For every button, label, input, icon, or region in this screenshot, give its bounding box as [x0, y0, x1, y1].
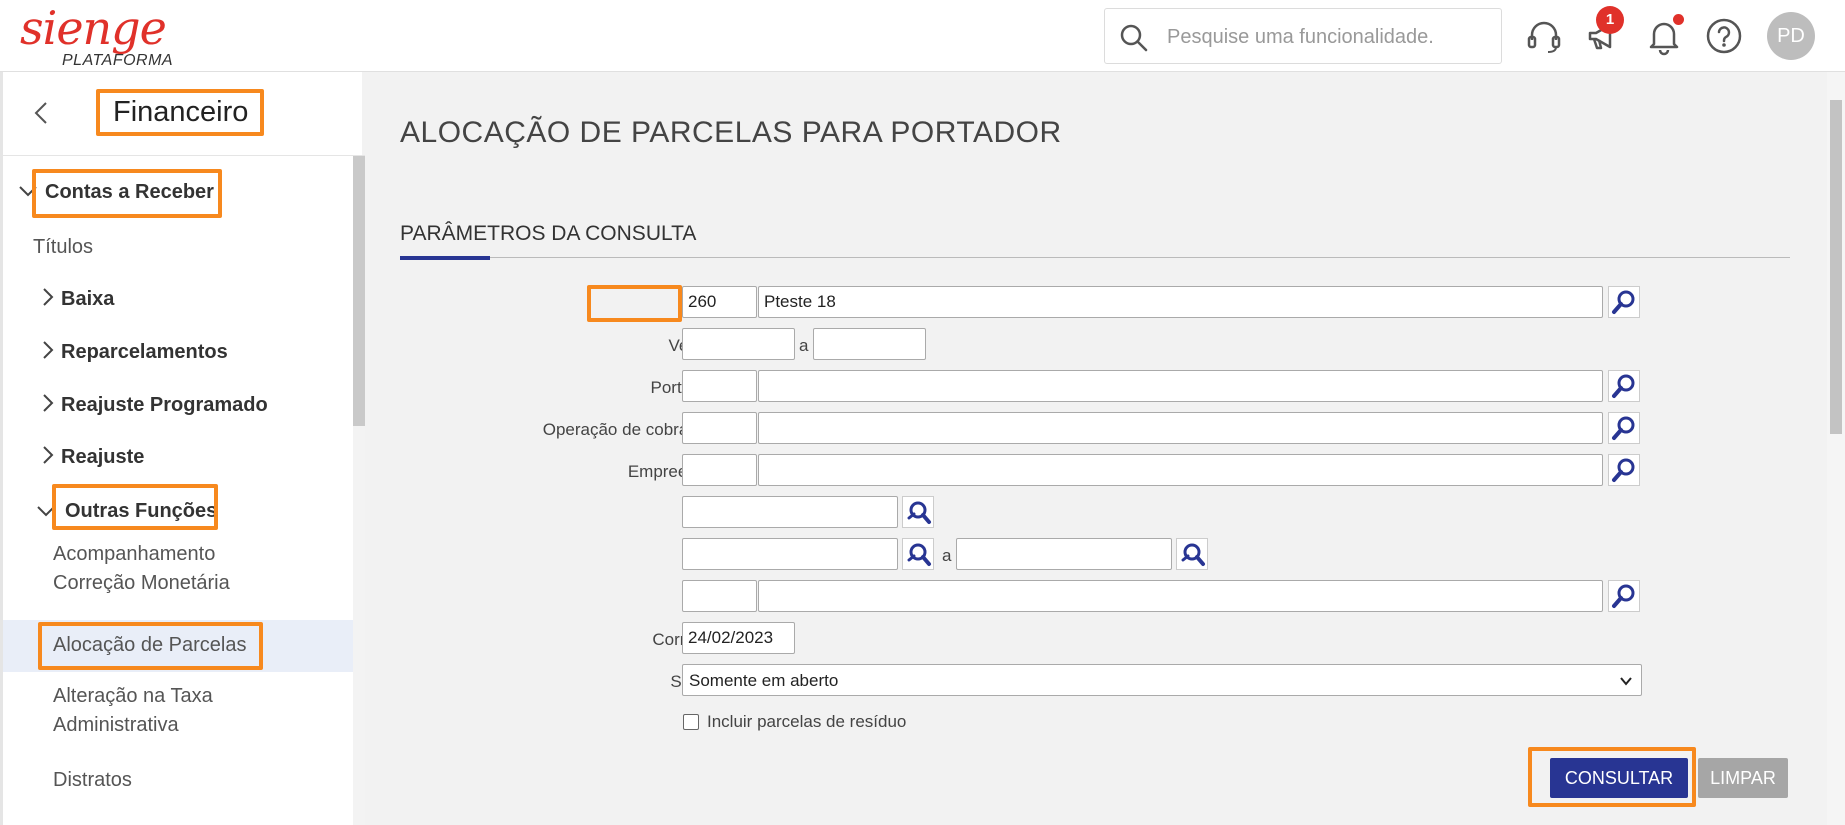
headset-icon[interactable]: [1522, 14, 1566, 58]
search-icon: [1120, 24, 1148, 52]
sidebar-item-label-line1: Alteração na Taxa: [53, 685, 213, 707]
vencimento-end-input[interactable]: [813, 328, 926, 360]
empreendimento-name-input[interactable]: [758, 454, 1603, 486]
titulo-end-input[interactable]: [956, 538, 1172, 570]
chevron-right-icon: [43, 288, 54, 306]
sidebar-title: Financeiro: [113, 96, 249, 128]
search-box[interactable]: Pesquise uma funcionalidade.: [1104, 8, 1502, 64]
vencimento-separator: a: [799, 336, 809, 355]
sidebar-item-label: Contas a Receber: [45, 181, 214, 203]
empreendimento-code-input[interactable]: [682, 454, 757, 486]
cliente-name-input[interactable]: [758, 580, 1603, 612]
back-chevron-icon[interactable]: [27, 98, 57, 128]
correcao-date-input[interactable]: 24/02/2023: [682, 622, 795, 654]
consultar-button[interactable]: CONSULTAR: [1550, 758, 1688, 798]
sidebar-item-label: Títulos: [33, 236, 94, 258]
contract-search-icon[interactable]: [902, 496, 934, 528]
chevron-right-icon: [43, 341, 54, 359]
sidebar: Financeiro Contas a Receber Títulos Baix…: [0, 72, 365, 825]
contrato-input[interactable]: [682, 496, 898, 528]
chevron-right-icon: [43, 446, 54, 464]
sienge-logo[interactable]: sienge PLATAFORMA: [20, 1, 180, 70]
bell-alert-dot: [1673, 14, 1684, 25]
portador-code-input[interactable]: [682, 370, 757, 402]
titulo-start-search-icon[interactable]: [902, 538, 934, 570]
operacao-name-input[interactable]: [758, 412, 1603, 444]
sidebar-item-label: Distratos: [53, 769, 132, 791]
operacao-code-input[interactable]: [682, 412, 757, 444]
magnifier-lookup-icon[interactable]: [1608, 454, 1640, 486]
sidebar-item-label-line2: Correção Monetária: [53, 572, 230, 594]
chevron-down-icon: [1620, 677, 1632, 686]
page-scroll-thumb[interactable]: [1830, 100, 1842, 434]
chevron-down-icon: [19, 186, 37, 197]
section-divider: [400, 257, 1790, 258]
magnifier-lookup-icon[interactable]: [1608, 286, 1640, 318]
logo-subtitle: PLATAFORMA: [62, 52, 174, 69]
search-input[interactable]: Pesquise uma funcionalidade.: [1167, 26, 1434, 49]
sidebar-item-titulos[interactable]: Títulos: [3, 220, 353, 270]
sidebar-item-acompanhamento-correcao[interactable]: Acompanhamento Correção Monetária: [3, 540, 353, 610]
magnifier-lookup-icon[interactable]: [1608, 412, 1640, 444]
sidebar-item-label: Reajuste Programado: [61, 394, 268, 416]
sidebar-item-alocacao-de-parcelas[interactable]: Alocação de Parcelas: [3, 620, 353, 672]
sidebar-item-alteracao-taxa-administrativa[interactable]: Alteração na Taxa Administrativa: [3, 682, 353, 752]
sidebar-item-distratos[interactable]: Distratos: [3, 766, 353, 816]
selecionar-dropdown[interactable]: Somente em aberto: [682, 664, 1642, 696]
sidebar-item-reajuste[interactable]: Reajuste: [3, 430, 353, 482]
residuo-checkbox[interactable]: [683, 714, 699, 730]
section-title: PARÂMETROS DA CONSULTA: [400, 222, 697, 245]
vencimento-start-input[interactable]: [682, 328, 795, 360]
help-icon[interactable]: [1702, 14, 1746, 58]
chevron-down-icon: [37, 506, 55, 517]
sidebar-item-label: Reajuste: [61, 446, 145, 468]
page-scrollbar[interactable]: [1827, 72, 1845, 825]
portador-name-input[interactable]: [758, 370, 1603, 402]
sidebar-item-label: Alocação de Parcelas: [53, 634, 247, 656]
magnifier-lookup-icon[interactable]: [1608, 580, 1640, 612]
magnifier-lookup-icon[interactable]: [1608, 370, 1640, 402]
sidebar-item-contas-a-receber[interactable]: Contas a Receber: [3, 156, 353, 220]
top-bar: sienge PLATAFORMA Pesquise uma funcional…: [0, 0, 1845, 72]
page-title: ALOCAÇÃO DE PARCELAS PARA PORTADOR: [400, 116, 1062, 149]
svg-text:sienge: sienge: [20, 2, 166, 55]
limpar-button[interactable]: LIMPAR: [1698, 758, 1788, 798]
user-avatar[interactable]: PD: [1767, 12, 1815, 60]
sidebar-item-label: Outras Funções: [65, 500, 218, 522]
sidebar-item-reparcelamentos[interactable]: Reparcelamentos: [3, 325, 353, 377]
sidebar-header: Financeiro: [3, 72, 365, 156]
residuo-label: Incluir parcelas de resíduo: [707, 712, 907, 731]
section-accent-bar: [400, 256, 490, 260]
sidebar-item-reajuste-programado[interactable]: Reajuste Programado: [3, 378, 353, 430]
selecionar-value: Somente em aberto: [689, 671, 839, 690]
empresa-name-input[interactable]: Pteste 18: [758, 286, 1603, 318]
sidebar-menu: Contas a Receber Títulos Baixa Reparcela…: [3, 156, 353, 825]
notification-count-badge: 1: [1596, 6, 1624, 34]
titulo-separator: a: [942, 546, 952, 565]
sidebar-item-label-line1: Acompanhamento: [53, 543, 216, 565]
empresa-code-input[interactable]: 260: [682, 286, 757, 318]
main-content: ALOCAÇÃO DE PARCELAS PARA PORTADOR PARÂM…: [362, 72, 1827, 825]
chevron-right-icon: [43, 394, 54, 412]
sidebar-item-label: Reparcelamentos: [61, 341, 228, 363]
sidebar-item-outras-funcoes[interactable]: Outras Funções: [3, 483, 353, 535]
sidebar-item-label: Baixa: [61, 288, 115, 310]
sidebar-item-label-line2: Administrativa: [53, 714, 179, 736]
sidebar-item-baixa[interactable]: Baixa: [3, 272, 353, 324]
titulo-end-search-icon[interactable]: [1176, 538, 1208, 570]
cliente-code-input[interactable]: [682, 580, 757, 612]
titulo-start-input[interactable]: [682, 538, 898, 570]
